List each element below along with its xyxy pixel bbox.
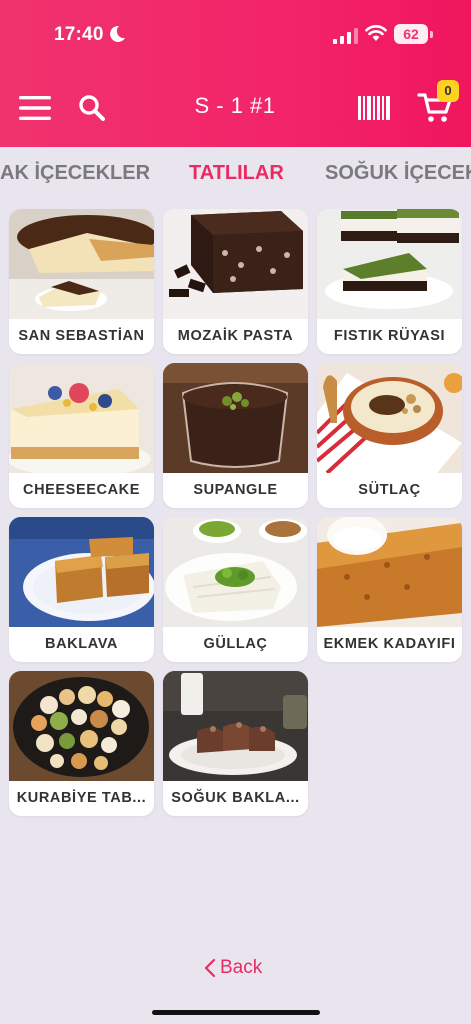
- fistik-ruyasi-photo: [317, 209, 462, 319]
- sutlac-photo: [317, 363, 462, 473]
- page-title: S - 1 #1: [194, 93, 276, 118]
- product-name: CHEESEECAKE: [23, 482, 140, 498]
- product-card-cheesecake[interactable]: CHEESEECAKE: [9, 363, 154, 508]
- product-card-gullac[interactable]: GÜLLAÇ: [163, 517, 308, 662]
- battery-indicator: 62: [394, 24, 428, 44]
- home-indicator: [152, 1010, 320, 1015]
- product-name: FISTIK RÜYASI: [333, 328, 446, 344]
- menu-icon[interactable]: [18, 94, 52, 122]
- barcode-icon[interactable]: [357, 95, 391, 121]
- cart-count-badge: 0: [437, 80, 459, 102]
- top-bar: S - 1 #1 0: [0, 80, 471, 136]
- product-card-mozaik-pasta[interactable]: MOZAİK PASTA: [163, 209, 308, 354]
- cheesecake-photo: [9, 363, 154, 473]
- product-name: EKMEK KADAYIFI: [323, 636, 456, 652]
- tab-ak-icecekler[interactable]: AK İÇECEKLER: [0, 162, 150, 185]
- supangle-photo: [163, 363, 308, 473]
- back-label: Back: [220, 957, 263, 978]
- status-bar: 17:40 62: [0, 0, 471, 70]
- signal-icon: [333, 28, 358, 44]
- tab-tatlilar[interactable]: TATLILAR: [189, 162, 284, 185]
- san-sebastian-photo: [9, 209, 154, 319]
- product-name: SUPANGLE: [193, 482, 278, 498]
- chevron-left-icon: [204, 958, 216, 978]
- battery-tip: [430, 31, 433, 38]
- product-card-fistik-ruyasi[interactable]: FISTIK RÜYASI: [317, 209, 462, 354]
- ekmek-kadayifi-photo: [317, 517, 462, 627]
- product-card-kurabiye-tabagi[interactable]: KURABİYE TAB...: [9, 671, 154, 816]
- product-card-soguk-baklava[interactable]: SOĞUK BAKLA...: [163, 671, 308, 816]
- product-name: BAKLAVA: [45, 636, 118, 652]
- product-name: SOĞUK BAKLA...: [171, 790, 300, 806]
- category-tabs: AK İÇECEKLER TATLILAR SOĞUK İÇECEKLER: [0, 147, 471, 201]
- product-card-san-sebastian[interactable]: SAN SEBASTİAN: [9, 209, 154, 354]
- status-time: 17:40: [54, 24, 104, 45]
- moon-icon: [110, 25, 125, 42]
- wifi-icon: [365, 25, 387, 41]
- mozaik-pasta-photo: [163, 209, 308, 319]
- product-card-sutlac[interactable]: SÜTLAÇ: [317, 363, 462, 508]
- header: 17:40 62 S - 1 #1 0: [0, 0, 471, 147]
- product-name: GÜLLAÇ: [203, 636, 268, 652]
- back-button[interactable]: Back: [204, 957, 262, 979]
- search-icon[interactable]: [78, 94, 106, 122]
- product-card-supangle[interactable]: SUPANGLE: [163, 363, 308, 508]
- tab-soguk-icecekler[interactable]: SOĞUK İÇECEKLER: [325, 162, 471, 185]
- baklava-photo: [9, 517, 154, 627]
- gullac-photo: [163, 517, 308, 627]
- product-name: SÜTLAÇ: [358, 482, 421, 498]
- product-name: SAN SEBASTİAN: [18, 328, 145, 344]
- soguk-baklava-photo: [163, 671, 308, 781]
- product-name: MOZAİK PASTA: [177, 328, 294, 344]
- product-card-ekmek-kadayifi[interactable]: EKMEK KADAYIFI: [317, 517, 462, 662]
- kurabiye-tabagi-photo: [9, 671, 154, 781]
- product-name: KURABİYE TAB...: [16, 790, 147, 806]
- product-card-baklava[interactable]: BAKLAVA: [9, 517, 154, 662]
